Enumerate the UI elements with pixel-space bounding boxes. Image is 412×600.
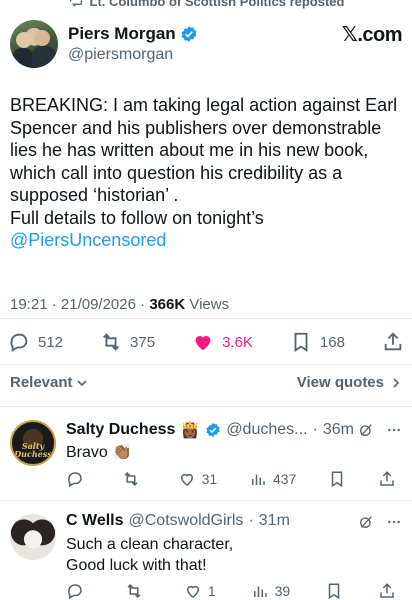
views-button[interactable]: 437 bbox=[249, 470, 296, 488]
grok-icon[interactable] bbox=[358, 514, 374, 530]
share-button[interactable] bbox=[378, 582, 396, 600]
share-button[interactable] bbox=[382, 331, 404, 353]
reply-avatar[interactable] bbox=[10, 514, 56, 560]
bookmark-icon bbox=[294, 332, 308, 352]
reply-tools bbox=[358, 514, 402, 530]
bookmark-button[interactable]: 168 bbox=[290, 331, 345, 353]
view-quotes-link[interactable]: View quotes bbox=[297, 374, 402, 391]
repost-button[interactable] bbox=[125, 582, 149, 600]
tweet-text: BREAKING: I am taking legal action again… bbox=[10, 94, 402, 252]
tweet-meta: 19:21 · 21/09/2026 · 366K Views bbox=[10, 296, 230, 313]
reply-icon bbox=[10, 333, 28, 352]
reply-sort-row: Relevant View quotes bbox=[10, 374, 402, 394]
tweet-mention-link[interactable]: @PiersUncensored bbox=[10, 229, 402, 252]
reply-text: Bravo 👏🏽 bbox=[66, 444, 133, 461]
crown-emoji: 👸🏾 bbox=[180, 422, 201, 439]
repost-icon bbox=[103, 333, 120, 351]
reply-time[interactable]: 31m bbox=[259, 512, 290, 530]
author-name: Piers Morgan bbox=[68, 24, 176, 43]
analytics-icon bbox=[253, 586, 267, 597]
reply-button[interactable] bbox=[66, 582, 90, 600]
verified-badge-icon bbox=[206, 423, 220, 437]
avatar-lettering: Salty Duchess bbox=[14, 441, 52, 459]
tweet-date[interactable]: 21/09/2026 bbox=[61, 296, 136, 313]
repost-count: 375 bbox=[130, 333, 156, 351]
author-avatar[interactable] bbox=[10, 20, 58, 68]
reply-avatar[interactable]: Salty Duchess bbox=[10, 420, 56, 466]
author-handle[interactable]: @piersmorgan bbox=[68, 46, 173, 64]
like-button[interactable]: 1 bbox=[184, 582, 216, 600]
bookmark-button[interactable] bbox=[328, 470, 346, 488]
heart-icon bbox=[186, 585, 199, 598]
views-button[interactable]: 39 bbox=[251, 582, 291, 600]
like-count: 31 bbox=[201, 471, 218, 487]
relevant-sort-dropdown[interactable]: Relevant bbox=[10, 374, 88, 391]
reply-item[interactable]: C Wells @CotswoldGirls · 31m Such a clea… bbox=[0, 500, 412, 600]
reply-count: 512 bbox=[38, 333, 64, 351]
reply-item[interactable]: Salty Duchess Salty Duchess 👸🏾 @duches..… bbox=[0, 406, 412, 500]
bookmark-button[interactable] bbox=[325, 582, 343, 600]
tweet-actions: 512 375 3.6K 168 bbox=[8, 330, 404, 354]
heart-filled-icon bbox=[195, 336, 211, 351]
repost-icon bbox=[127, 583, 141, 599]
heart-icon bbox=[180, 473, 193, 486]
x-logo: 𝕏.com bbox=[341, 24, 403, 46]
reply-author-name[interactable]: Salty Duchess bbox=[66, 421, 175, 439]
analytics-icon bbox=[252, 474, 265, 485]
reply-actions: 1 39 bbox=[66, 582, 396, 600]
share-icon bbox=[380, 583, 394, 598]
tweet-time[interactable]: 19:21 bbox=[10, 296, 48, 313]
reply-header: Salty Duchess 👸🏾 @duches... · 36m bbox=[66, 421, 354, 439]
views-count: 366K bbox=[149, 296, 186, 313]
more-options-icon[interactable] bbox=[386, 422, 402, 438]
divider bbox=[0, 318, 412, 319]
tweet-body: BREAKING: I am taking legal action again… bbox=[10, 95, 398, 228]
like-count: 3.6K bbox=[222, 333, 253, 351]
repost-icon bbox=[69, 0, 82, 7]
chevron-right-icon bbox=[393, 377, 400, 388]
views-label: Views bbox=[189, 296, 230, 313]
reply-icon bbox=[68, 472, 82, 488]
tweet-author: Piers Morgan @piersmorgan 𝕏.com bbox=[10, 20, 403, 68]
reply-author-handle[interactable]: @duches... bbox=[226, 421, 307, 439]
repost-button[interactable]: 375 bbox=[100, 331, 155, 353]
bookmark-icon bbox=[331, 471, 343, 488]
reply-header: C Wells @CotswoldGirls · 31m bbox=[66, 512, 290, 530]
share-button[interactable] bbox=[378, 470, 396, 488]
bookmark-count: 168 bbox=[319, 333, 345, 351]
verified-badge-icon bbox=[181, 26, 197, 42]
views-count: 39 bbox=[274, 583, 291, 599]
divider bbox=[0, 364, 412, 365]
reply-actions: 31 437 bbox=[66, 470, 396, 488]
repost-button[interactable] bbox=[122, 470, 146, 488]
like-button[interactable]: 31 bbox=[178, 470, 218, 488]
reply-author-name[interactable]: C Wells bbox=[66, 512, 124, 530]
chevron-down-icon bbox=[76, 379, 87, 386]
reply-author-handle[interactable]: @CotswoldGirls bbox=[129, 512, 244, 530]
reply-button[interactable]: 512 bbox=[8, 331, 63, 353]
grok-icon[interactable] bbox=[358, 422, 374, 438]
repost-indicator-text: Lt. Columbo of Scottish Politics reposte… bbox=[89, 0, 345, 9]
bookmark-icon bbox=[328, 583, 340, 600]
share-icon bbox=[384, 332, 402, 351]
reply-time[interactable]: 36m bbox=[323, 421, 354, 439]
share-icon bbox=[380, 471, 394, 486]
reply-tools bbox=[358, 422, 402, 438]
like-count: 1 bbox=[207, 583, 216, 599]
views-count: 437 bbox=[273, 471, 297, 487]
more-options-icon[interactable] bbox=[386, 514, 402, 530]
like-button[interactable]: 3.6K bbox=[192, 331, 253, 353]
view-quotes-label: View quotes bbox=[296, 374, 384, 391]
repost-icon bbox=[124, 471, 138, 487]
author-name-row[interactable]: Piers Morgan bbox=[68, 24, 198, 44]
reply-button[interactable] bbox=[66, 470, 90, 488]
relevant-label: Relevant bbox=[10, 374, 73, 391]
reply-text: Such a clean character, Good luck with t… bbox=[66, 536, 234, 574]
repost-indicator[interactable]: Lt. Columbo of Scottish Politics reposte… bbox=[0, 0, 412, 10]
reply-icon bbox=[68, 584, 82, 600]
